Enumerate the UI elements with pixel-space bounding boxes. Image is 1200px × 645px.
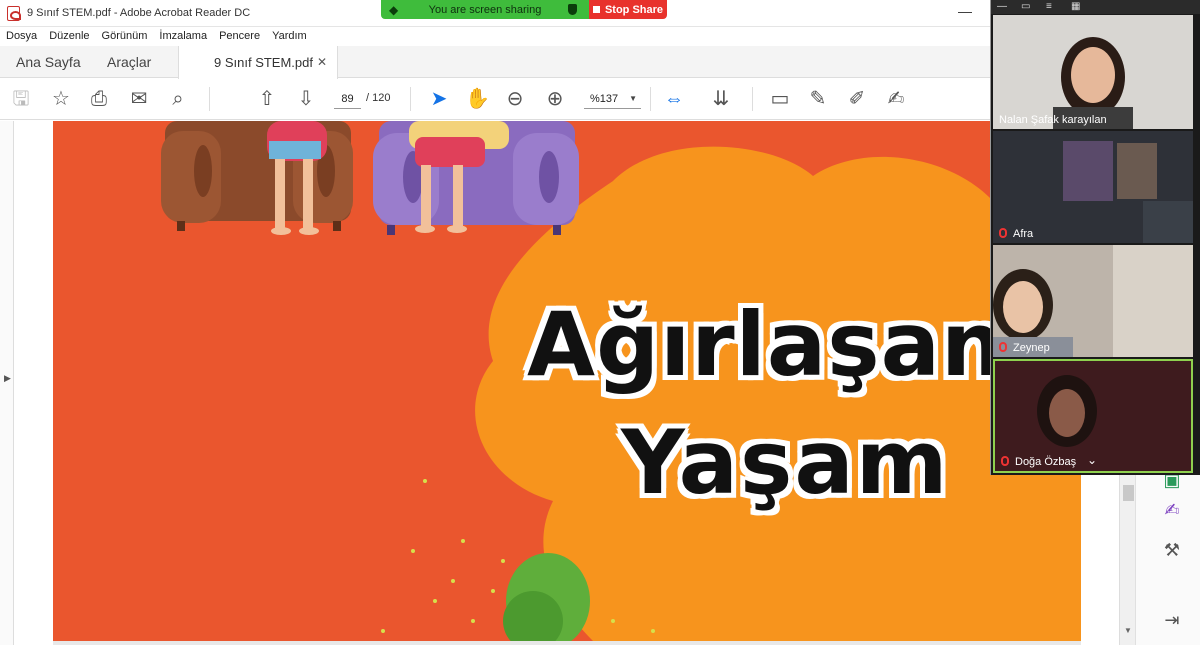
menu-edit[interactable]: Düzenle xyxy=(43,27,95,46)
muted-mic-icon xyxy=(999,342,1007,352)
draw-icon[interactable]: ✐ xyxy=(845,87,869,111)
comment-icon[interactable]: ▭ xyxy=(768,87,792,111)
page-total: / 120 xyxy=(366,92,391,104)
tab-home[interactable]: Ana Sayfa xyxy=(16,46,81,78)
screen-share-banner[interactable]: ◆ You are screen sharing xyxy=(381,0,589,19)
speaker-view-icon[interactable]: ▭ xyxy=(1021,1,1030,12)
hand-tool-icon[interactable]: ✋ xyxy=(465,87,490,111)
bookmark-star-icon[interactable]: ☆ xyxy=(49,87,73,111)
stop-icon xyxy=(592,6,600,13)
strip-view-icon[interactable]: ≡ xyxy=(1046,1,1052,12)
share-status-text: You are screen sharing xyxy=(428,3,542,16)
save-icon[interactable]: 🖫 xyxy=(9,87,33,111)
menu-view[interactable]: Görünüm xyxy=(96,27,154,46)
fill-sign-icon[interactable]: ✍ xyxy=(884,87,908,111)
participant-tile[interactable]: Zeynep xyxy=(993,245,1193,357)
menu-sign[interactable]: İmzalama xyxy=(153,27,213,46)
shield-icon xyxy=(568,4,577,15)
gallery-view-icon[interactable]: ▦ xyxy=(1071,1,1080,12)
chevron-down-icon: ▼ xyxy=(629,94,637,103)
share-pill-icon: ◆ xyxy=(389,3,399,17)
window-title: 9 Sınıf STEM.pdf - Adobe Acrobat Reader … xyxy=(27,7,251,19)
search-icon[interactable]: ⌕ xyxy=(166,87,190,111)
participant-name: Nalan Şafak karayılan xyxy=(999,114,1107,126)
zoom-select[interactable]: %137 ▼ xyxy=(584,89,641,109)
minimize-icon[interactable]: — xyxy=(997,1,1007,12)
page-fit-icon[interactable]: ⇔ xyxy=(662,87,686,111)
slide-title-line1: Ağırlaşan xyxy=(527,293,1005,396)
scrollbar-thumb[interactable] xyxy=(1123,485,1134,501)
page-up-icon[interactable]: ⇧ xyxy=(255,87,279,111)
participant-video xyxy=(993,245,1193,357)
stop-share-button[interactable]: Stop Share xyxy=(589,0,667,19)
page-margin xyxy=(14,121,53,645)
collapse-pane-icon[interactable]: ⇥ xyxy=(1161,609,1183,631)
left-pane-toggle[interactable]: ▶ xyxy=(0,121,14,645)
participant-tile[interactable]: Afra xyxy=(993,131,1193,243)
scroll-down-icon[interactable]: ▼ xyxy=(1124,626,1132,635)
acrobat-icon xyxy=(7,6,21,21)
tab-document-label: 9 Sınıf STEM.pdf xyxy=(214,55,313,70)
tab-tools[interactable]: Araçlar xyxy=(107,46,151,78)
email-icon[interactable]: ✉ xyxy=(127,87,151,111)
menu-help[interactable]: Yardım xyxy=(266,27,313,46)
sign-icon[interactable]: ✍ xyxy=(1161,499,1183,521)
chevron-down-icon[interactable]: ⌄ xyxy=(1087,453,1097,467)
pdf-page: Ağırlaşan Yaşam xyxy=(53,121,1081,641)
muted-mic-icon xyxy=(1001,456,1009,466)
print-icon[interactable]: ⎙ xyxy=(87,87,111,111)
video-panel: — ▭ ≡ ▦ Nalan Şafak karayılan Afra Zeyne… xyxy=(990,0,1200,475)
toolbar-divider xyxy=(410,87,411,111)
participant-name: Afra xyxy=(1013,228,1034,240)
toolbar-divider xyxy=(650,87,651,111)
page-number-input[interactable]: 89 xyxy=(334,89,361,109)
minimize-icon[interactable]: — xyxy=(958,3,972,19)
toolbar-divider xyxy=(752,87,753,111)
scroll-mode-icon[interactable]: ⇊ xyxy=(709,87,733,111)
toolbar-divider xyxy=(209,87,210,111)
participant-name: Zeynep xyxy=(1013,342,1050,354)
menu-file[interactable]: Dosya xyxy=(0,27,43,46)
menu-window[interactable]: Pencere xyxy=(213,27,266,46)
stop-share-label: Stop Share xyxy=(604,3,664,16)
page-down-icon[interactable]: ⇩ xyxy=(294,87,318,111)
video-panel-header: — ▭ ≡ ▦ xyxy=(991,0,1200,14)
participant-tile[interactable]: Doğa Özbaş ⌄ xyxy=(993,359,1193,473)
participant-video xyxy=(993,131,1193,243)
more-tools-icon[interactable]: ⚒ xyxy=(1161,539,1183,561)
tab-document[interactable]: 9 Sınıf STEM.pdf ✕ xyxy=(178,46,338,79)
close-icon[interactable]: ✕ xyxy=(317,55,327,69)
participant-video xyxy=(993,15,1193,129)
zoom-out-icon[interactable]: ⊖ xyxy=(503,87,527,111)
zoom-value: %137 xyxy=(590,93,619,105)
slide-title-line2: Yaşam xyxy=(621,411,950,514)
select-cursor-icon[interactable]: ➤ xyxy=(427,87,451,111)
muted-mic-icon xyxy=(999,228,1007,238)
zoom-in-icon[interactable]: ⊕ xyxy=(543,87,567,111)
expand-arrow-icon: ▶ xyxy=(4,373,11,383)
participant-name: Doğa Özbaş xyxy=(1015,456,1077,468)
highlight-pen-icon[interactable]: ✎ xyxy=(806,87,830,111)
participant-tile[interactable]: Nalan Şafak karayılan xyxy=(993,15,1193,129)
